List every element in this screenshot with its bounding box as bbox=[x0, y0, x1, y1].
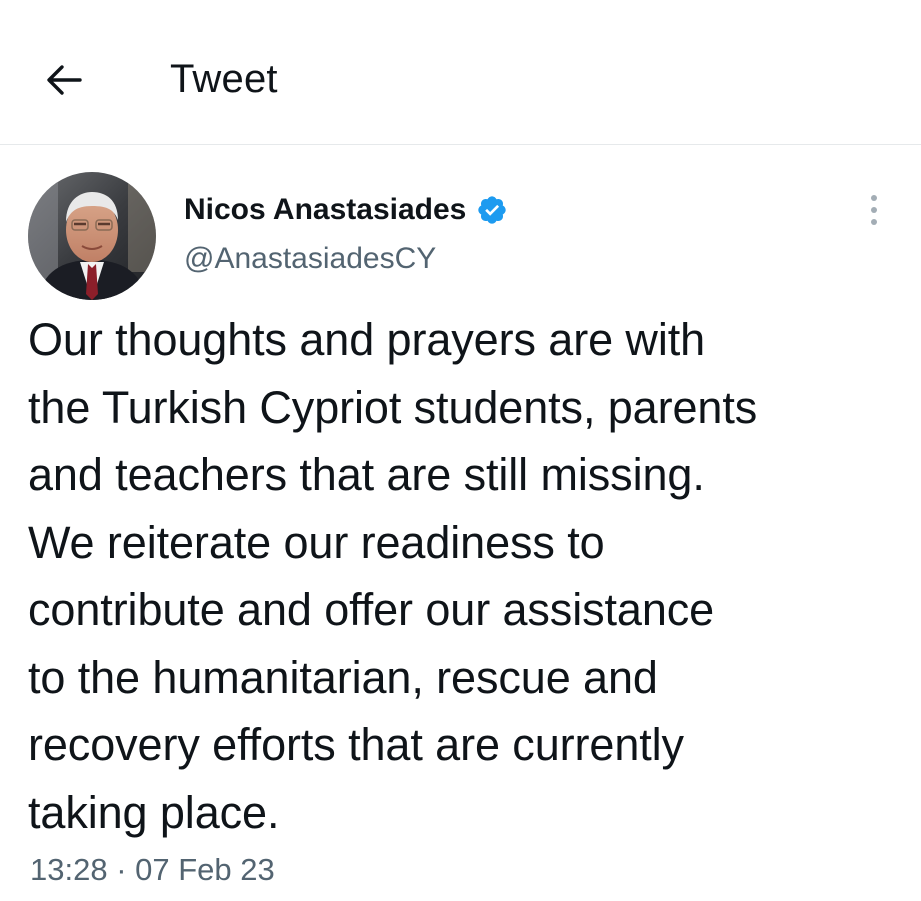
meta-separator: · bbox=[116, 852, 127, 887]
avatar[interactable] bbox=[28, 172, 156, 300]
verified-badge-icon bbox=[476, 194, 508, 226]
tweet-timestamp: 13:28 · 07 Feb 23 bbox=[30, 850, 275, 890]
back-button[interactable] bbox=[38, 54, 90, 106]
more-vertical-icon-dot bbox=[871, 207, 877, 213]
tweet-text: Our thoughts and prayers are with the Tu… bbox=[28, 314, 758, 838]
more-vertical-icon-dot bbox=[871, 219, 877, 225]
more-options-button[interactable] bbox=[856, 188, 892, 232]
page-title: Tweet bbox=[170, 57, 278, 101]
tweet-date[interactable]: 07 Feb 23 bbox=[135, 852, 275, 887]
author-row: Nicos Anastasiades bbox=[184, 190, 508, 230]
arrow-left-icon bbox=[47, 65, 82, 95]
tweet-time[interactable]: 13:28 bbox=[30, 852, 108, 887]
author-name[interactable]: Nicos Anastasiades bbox=[184, 191, 466, 229]
avatar-image bbox=[28, 172, 156, 300]
top-bar: Tweet bbox=[0, 0, 921, 145]
more-vertical-icon bbox=[871, 195, 877, 201]
author-handle[interactable]: @AnastasiadesCY bbox=[184, 240, 436, 278]
